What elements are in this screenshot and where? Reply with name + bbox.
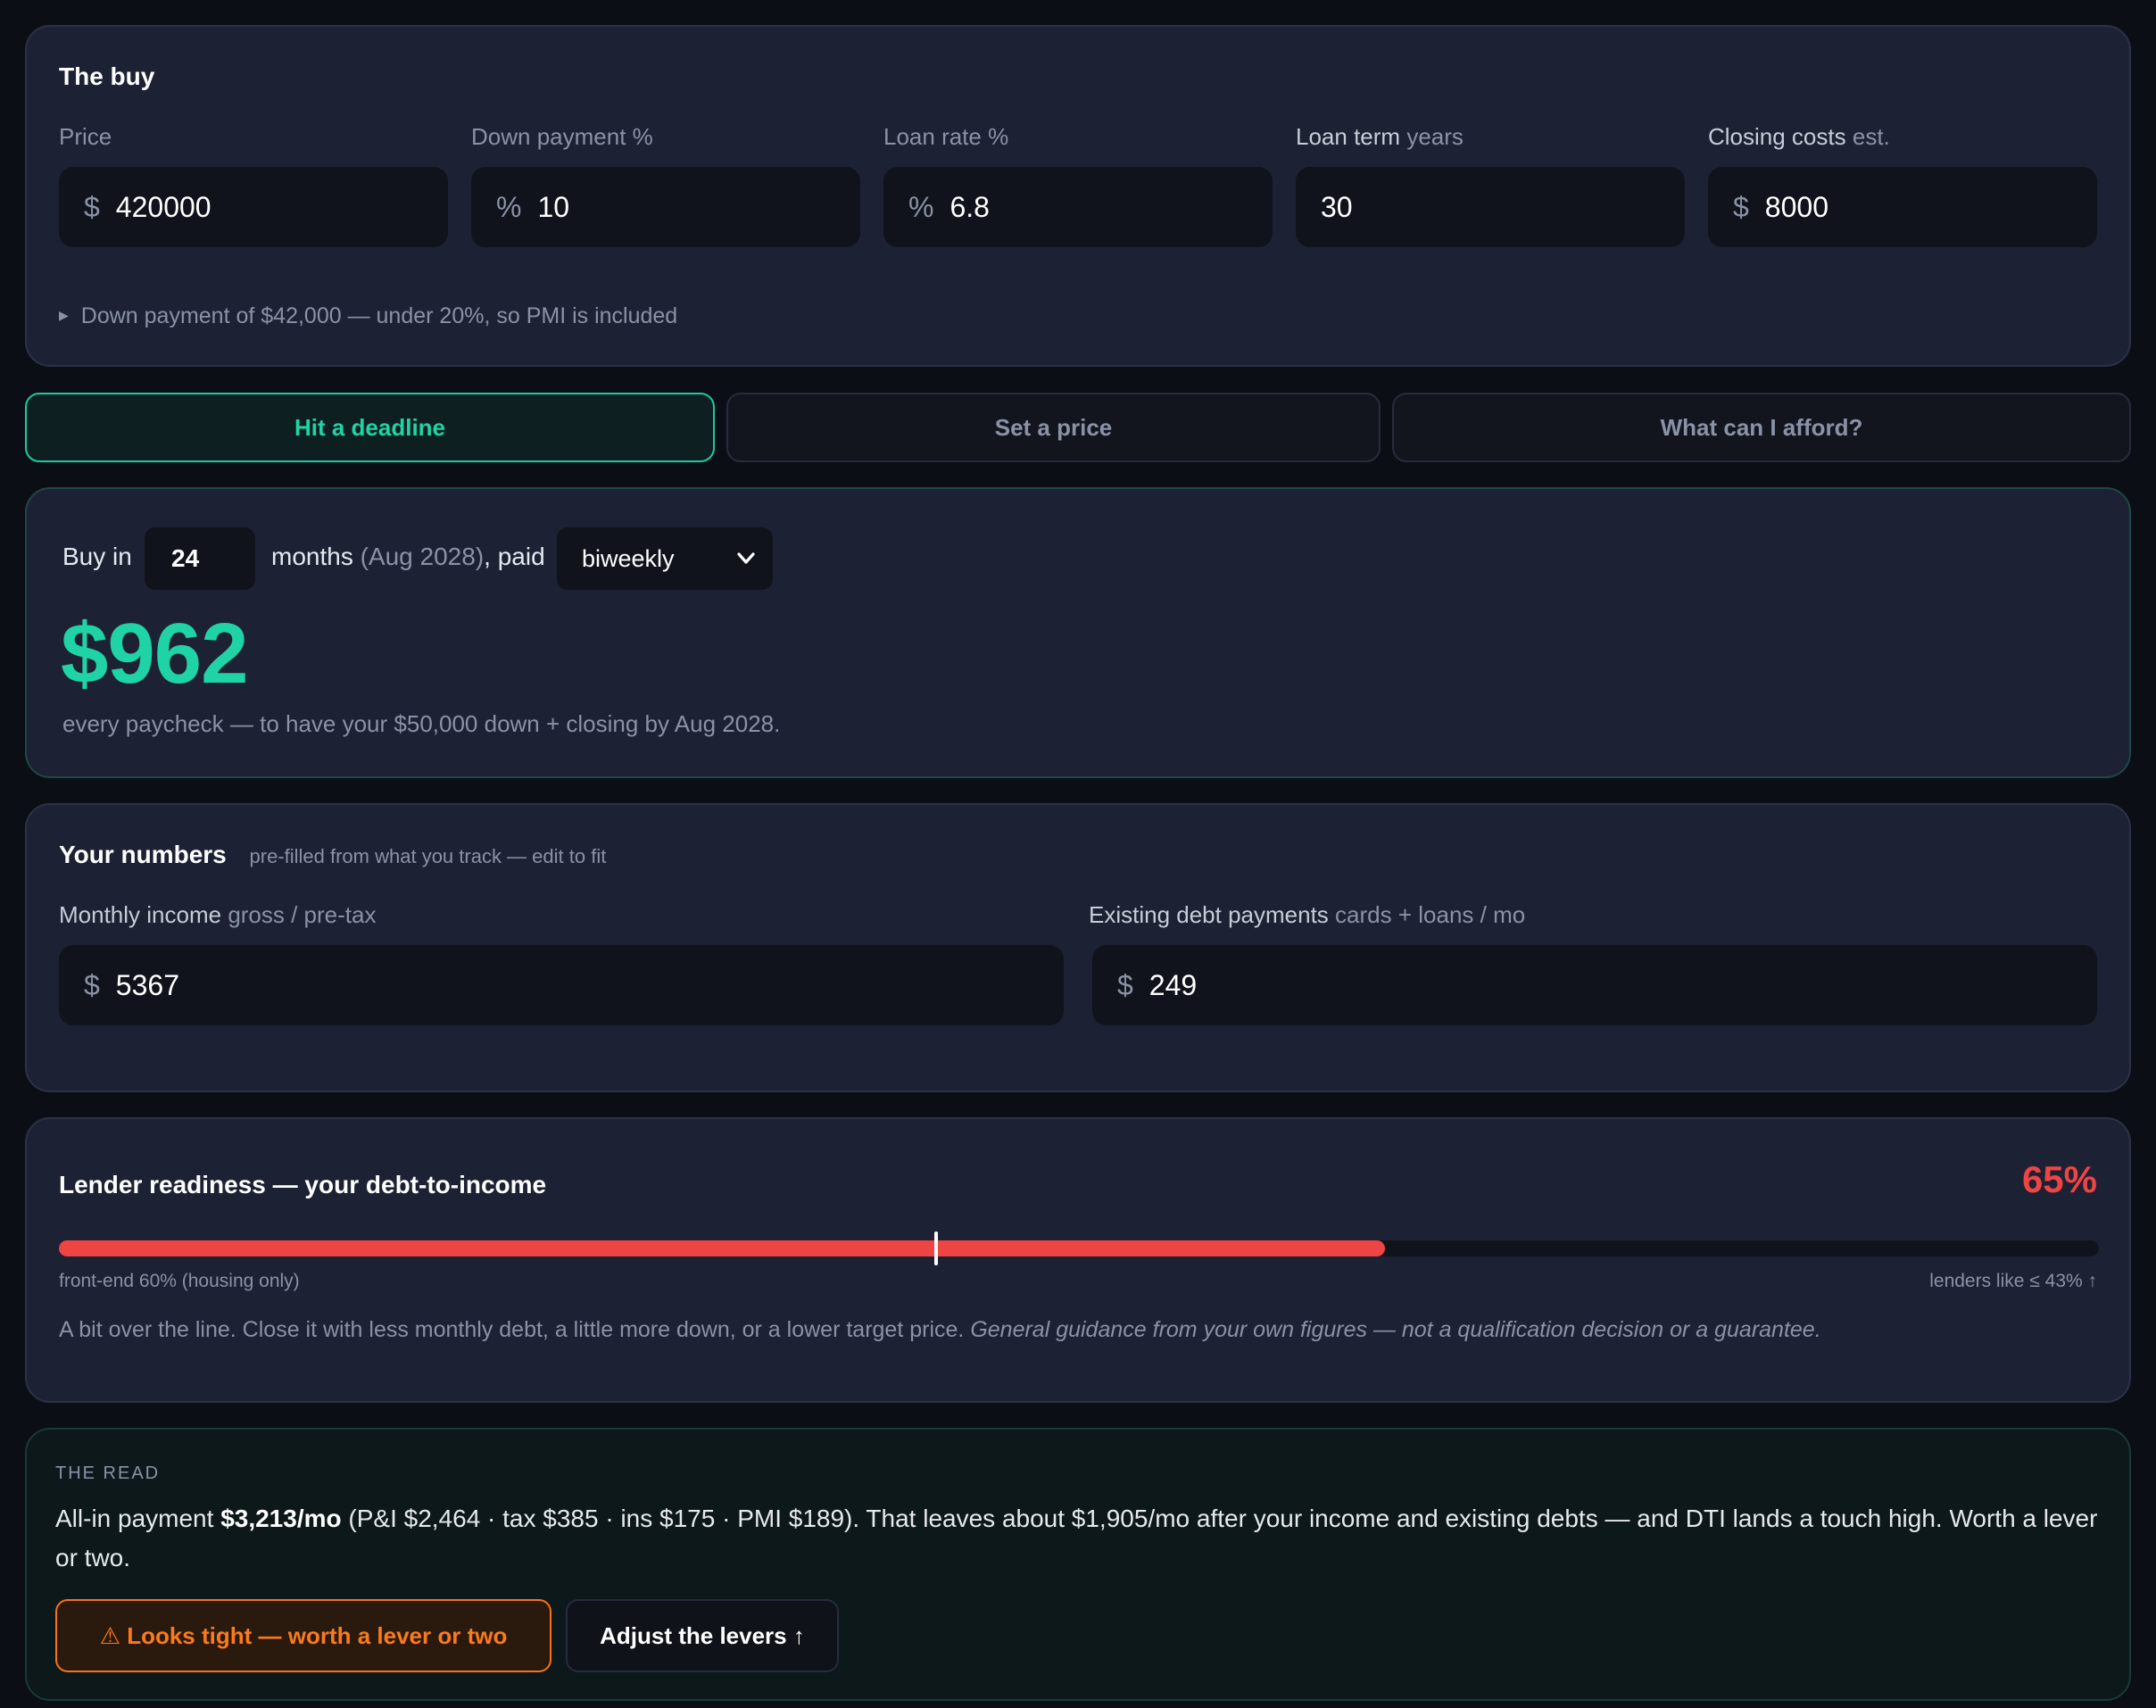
adjust-levers-button[interactable]: Adjust the levers ↑ [566,1599,839,1672]
closing-costs-value: 8000 [1764,190,1828,223]
price-label: Price [59,123,112,150]
closing-costs-label: Closing costs est. [1708,123,1890,150]
looks-tight-badge[interactable]: ⚠ Looks tight — worth a lever or two [55,1599,551,1672]
monthly-income-input[interactable]: $ 5367 [59,945,1064,1025]
pay-frequency-select[interactable]: biweekly [557,527,773,590]
lender-limit-label: lenders like ≤ 43% ↑ [1929,1271,2097,1291]
loan-rate-input[interactable]: % 6.8 [883,167,1273,247]
price-value: 420000 [115,190,211,223]
monthly-income-label: Monthly income gross / pre-tax [59,901,377,928]
lender-readiness-card: Lender readiness — your debt-to-income 6… [25,1117,2131,1403]
down-payment-input[interactable]: % 10 [471,167,860,247]
down-payment-note[interactable]: ▶ Down payment of $42,000 — under 20%, so… [59,303,677,329]
down-payment-value: 10 [537,190,570,223]
down-payment-label: Down payment % [471,123,653,150]
all-in-payment: $3,213/mo [220,1505,342,1532]
buy-in-label: Buy in [62,543,132,570]
percent-prefix: % [496,190,522,223]
paycheck-caption: every paycheck — to have your $50,000 do… [62,710,781,737]
your-numbers-card: Your numbers pre-filled from what you tr… [25,803,2131,1092]
percent-prefix: % [908,190,934,223]
existing-debt-value: 249 [1148,968,1198,1001]
tab-set-a-price[interactable]: Set a price [726,393,1381,462]
months-input[interactable]: 24 [145,527,255,590]
dollar-prefix: $ [1117,968,1133,1001]
pay-frequency-value: biweekly [582,544,675,572]
deadline-card: Buy in 24 months (Aug 2028), paid biweek… [25,487,2131,778]
monthly-income-value: 5367 [115,968,179,1001]
dollar-prefix: $ [84,190,100,223]
the-read-eyebrow: THE READ [55,1463,161,1483]
dti-progress-bar [59,1240,2099,1256]
dti-progress-fill [59,1240,1385,1256]
lender-readiness-title: Lender readiness — your debt-to-income [59,1171,547,1198]
dti-disclaimer: General guidance from your own figures —… [970,1317,1821,1342]
loan-term-label: Loan term years [1296,123,1464,150]
existing-debt-label: Existing debt payments cards + loans / m… [1089,901,1526,928]
closing-costs-input[interactable]: $ 8000 [1708,167,2097,247]
tab-what-can-i-afford[interactable]: What can I afford? [1392,393,2131,462]
dti-percent: 65% [2021,1158,2097,1200]
existing-debt-input[interactable]: $ 249 [1092,945,2097,1025]
loan-rate-value: 6.8 [949,190,990,223]
dollar-prefix: $ [84,968,100,1001]
loan-term-value: 30 [1321,190,1353,223]
lender-limit-marker [933,1231,938,1265]
price-input[interactable]: $ 420000 [59,167,448,247]
chevron-down-icon [737,552,755,564]
loan-term-input[interactable]: 30 [1296,167,1685,247]
tab-hit-a-deadline[interactable]: Hit a deadline [25,393,715,462]
your-numbers-subtitle: pre-filled from what you track — edit to… [249,845,607,867]
dollar-prefix: $ [1733,190,1749,223]
front-end-label: front-end 60% (housing only) [59,1271,300,1291]
the-read-card: THE READ All-in payment $3,213/mo (P&I $… [25,1428,2131,1701]
your-numbers-title: Your numbers pre-filled from what you tr… [59,841,607,868]
loan-rate-label: Loan rate % [883,123,1009,150]
the-buy-card: The buy Price $ 420000 Down payment % % … [25,25,2131,367]
disclosure-triangle-icon: ▶ [59,308,69,322]
dti-guidance: A bit over the line. Close it with less … [59,1317,1821,1342]
the-buy-title: The buy [59,62,155,90]
months-sentence: months (Aug 2028), paid [271,543,545,570]
the-read-summary: All-in payment $3,213/mo (P&I $2,464 · t… [55,1505,2098,1571]
paycheck-amount: $962 [61,606,249,701]
